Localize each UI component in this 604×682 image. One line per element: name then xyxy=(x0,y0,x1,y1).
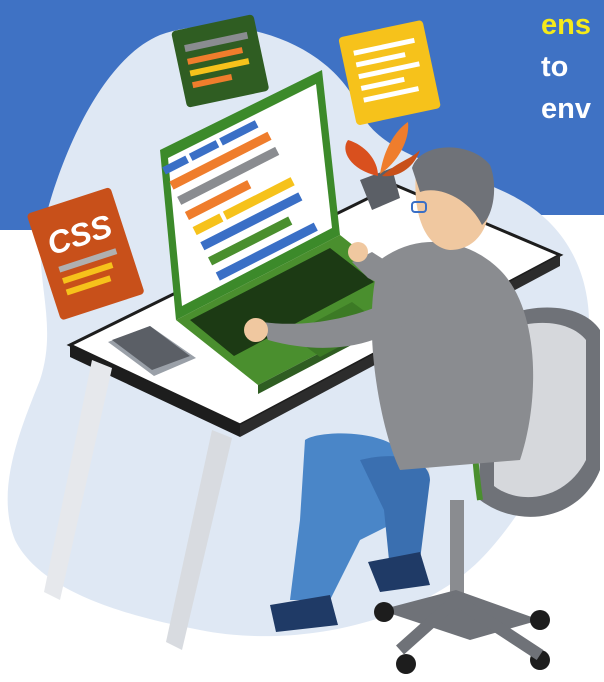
headline-line-2: to xyxy=(541,51,569,83)
document-icon xyxy=(338,20,441,125)
banner-headline: ens to env xyxy=(541,0,604,130)
headline-line-3: env xyxy=(541,93,591,125)
headline-line-1: ens xyxy=(541,9,591,41)
illustration: CSS xyxy=(0,0,604,677)
developer-illustration: CSS xyxy=(0,0,604,674)
